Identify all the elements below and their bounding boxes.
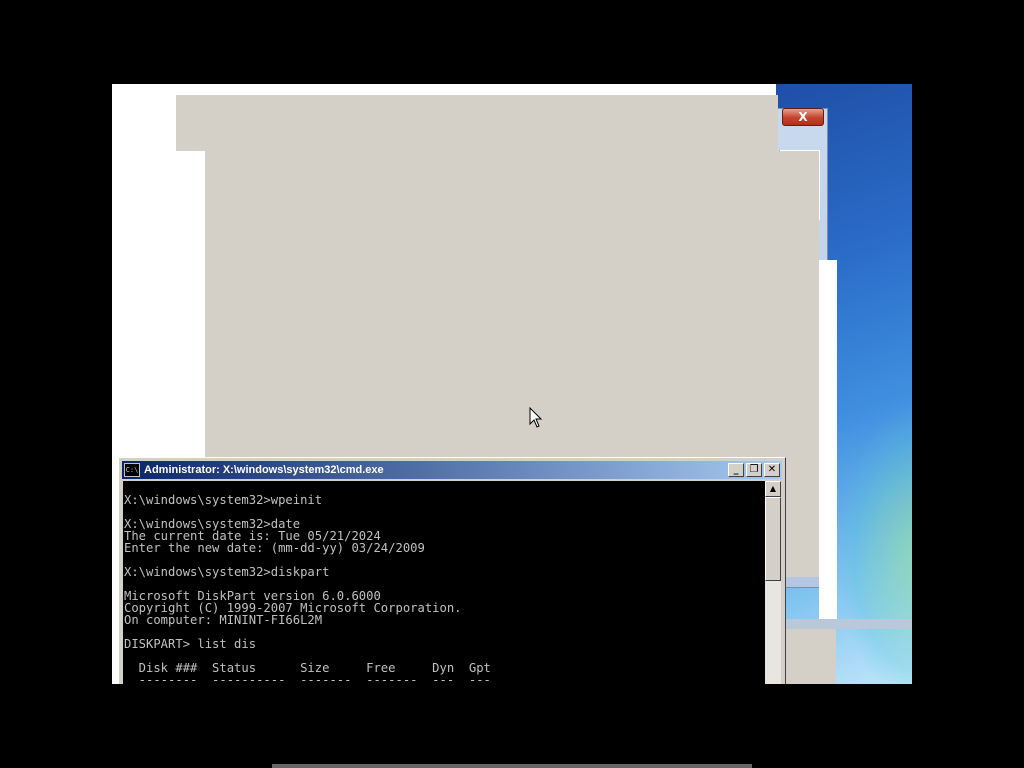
taskbar-strip: [778, 619, 912, 629]
scrollbar-thumb[interactable]: [765, 497, 781, 581]
vertical-scrollbar[interactable]: ▲: [765, 481, 781, 684]
cmd-window-title: Administrator: X:\windows\system32\cmd.e…: [144, 464, 384, 476]
installer-side-panel: [819, 260, 837, 624]
mouse-pointer-icon: [529, 407, 543, 428]
minimize-button[interactable]: _: [728, 463, 744, 477]
cmd-window[interactable]: C:\ Administrator: X:\windows\system32\c…: [118, 457, 786, 684]
console-line: On computer: MININT-FI66L2M: [124, 613, 323, 627]
cmd-title-bar[interactable]: C:\ Administrator: X:\windows\system32\c…: [122, 461, 782, 479]
taskbar-gray-block: [778, 629, 836, 684]
installer-window-top: [176, 95, 778, 151]
close-button[interactable]: ✕: [764, 463, 780, 477]
screen: X C:\ Administrator: X:\windows\system32…: [112, 84, 912, 684]
cmd-app-icon[interactable]: C:\: [124, 463, 140, 477]
console-line: DISKPART> list dis: [124, 637, 257, 651]
console-line: X:\windows\system32>diskpart: [124, 565, 330, 579]
background-dialog-close-button[interactable]: X: [782, 108, 824, 126]
console-line: X:\windows\system32>wpeinit: [124, 493, 323, 507]
bottom-edge-bar: [272, 764, 752, 768]
console-area[interactable]: X:\windows\system32>wpeinit X:\windows\sy…: [123, 481, 765, 684]
restore-button[interactable]: ❐: [746, 463, 762, 477]
console-line: Enter the new date: (mm-dd-yy) 03/24/200…: [124, 541, 425, 555]
scroll-up-arrow-icon[interactable]: ▲: [765, 481, 781, 497]
console-line: -------- ---------- ------- ------- --- …: [124, 673, 491, 684]
console-output: X:\windows\system32>wpeinit X:\windows\sy…: [123, 481, 765, 684]
wallpaper-swoosh: [836, 404, 912, 684]
